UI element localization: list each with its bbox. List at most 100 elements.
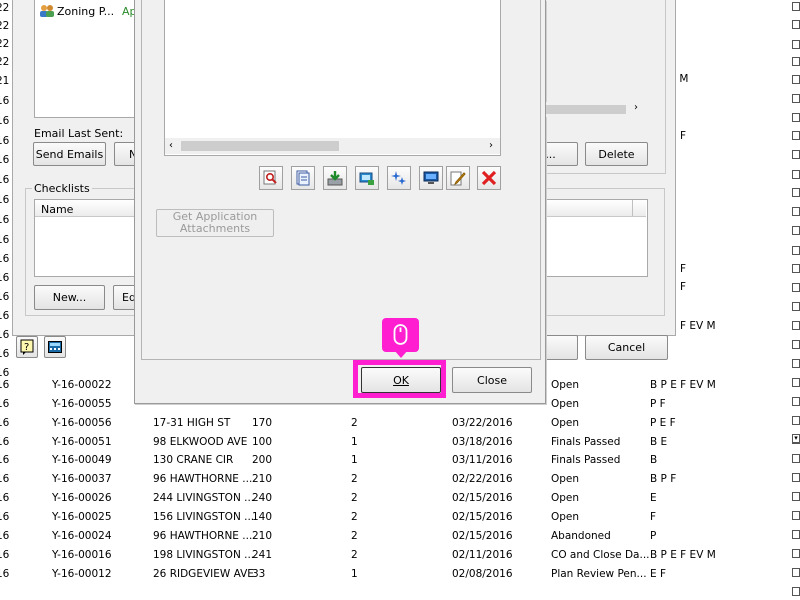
cell-codes: E F: [650, 568, 667, 580]
cell-count: 2: [351, 549, 358, 561]
row-checkbox[interactable]: [792, 170, 800, 179]
cell-count: 1: [351, 454, 358, 466]
column-header-right[interactable]: [540, 200, 646, 217]
row-checkbox[interactable]: [792, 264, 800, 273]
cell-status: Open: [551, 492, 580, 504]
cell-count: 2: [351, 511, 358, 523]
cell-status: Open: [551, 379, 580, 391]
row-checkbox[interactable]: [792, 226, 800, 235]
scan-icon[interactable]: [355, 166, 379, 190]
row-checkbox[interactable]: [792, 75, 800, 84]
recipient-list[interactable]: Zoning P... Ap: [34, 0, 144, 118]
cell-date: 02/15/2016: [452, 511, 513, 523]
row-checkbox[interactable]: [792, 150, 800, 159]
row-checkbox[interactable]: [792, 188, 800, 197]
row-checkbox[interactable]: [792, 131, 800, 140]
send-emails-button[interactable]: Send Emails: [33, 142, 106, 166]
table-row[interactable]: 16 Y-16-00016 198 LIVINGSTON ...241 2 02/11/…: [0, 545, 800, 564]
back-cancel-button[interactable]: Cancel: [585, 335, 668, 360]
row-stub: 16: [0, 174, 10, 186]
chevron-down-icon[interactable]: ▾: [792, 434, 800, 443]
sparkle-icon[interactable]: [387, 166, 411, 190]
row-checkbox[interactable]: [792, 246, 800, 255]
row-stub: 16: [0, 348, 10, 360]
row-checkbox[interactable]: [792, 302, 800, 311]
cell-unit: 210: [252, 473, 273, 485]
magnify-icon[interactable]: [259, 166, 283, 190]
scrollbar-thumb[interactable]: [181, 141, 339, 151]
get-attachments-button[interactable]: Get Application Attachments: [156, 209, 274, 237]
table-row[interactable]: 16 Y-16-00051 98 ELKWOOD AVE 100 1 03/18/2016…: [0, 432, 800, 451]
cell-addr: 198 LIVINGSTON ...: [153, 549, 255, 561]
horizontal-scrollbar[interactable]: ‹ ›: [165, 138, 500, 154]
delete-x-icon[interactable]: [477, 166, 501, 190]
cell-date: 03/11/2016: [452, 454, 513, 466]
row-checkbox[interactable]: [792, 40, 800, 49]
row-checkbox[interactable]: [792, 321, 800, 330]
cell-count: 1: [351, 568, 358, 580]
back-ok-button[interactable]: [544, 335, 578, 360]
delete-button[interactable]: Delete: [585, 142, 648, 166]
click-marker: [382, 318, 419, 352]
cell-codes: P F: [650, 398, 666, 410]
back-scroll-right-icon[interactable]: ›: [634, 102, 638, 113]
row-checkbox[interactable]: [792, 113, 800, 122]
table-row[interactable]: 16 Y-16-00012 26 RIDGEVIEW AVE33 1 02/08/201…: [0, 564, 800, 583]
row-stub: 16: [0, 329, 10, 341]
close-button[interactable]: Close: [452, 367, 532, 393]
table-row[interactable]: 16 Y-16-00037 96 HAWTHORNE ...210 2 02/22/20…: [0, 469, 800, 488]
cell-codes: B P F: [650, 473, 677, 485]
row-checkbox[interactable]: [792, 2, 800, 11]
attachments-list[interactable]: ‹ ›: [164, 0, 501, 156]
cell-date: 03/22/2016: [452, 417, 513, 429]
back-horizontal-scrollbar[interactable]: ›: [546, 102, 646, 117]
cell-status: Open: [551, 511, 580, 523]
cell-num: Y-16-00025: [52, 511, 112, 523]
edit-icon[interactable]: [446, 166, 470, 190]
cell-stub: 16: [0, 417, 10, 429]
table-row[interactable]: 16 Y-16-00049 130 CRANE CIR 200 1 03/11/2016 F…: [0, 450, 800, 469]
row-checkbox[interactable]: [792, 283, 800, 292]
cell-count: 2: [351, 530, 358, 542]
download-icon[interactable]: [323, 166, 347, 190]
table-row[interactable]: 16 Y-16-00026 244 LIVINGSTON ...240 2 02/15/…: [0, 488, 800, 507]
cell-status: Finals Passed: [551, 436, 621, 448]
cell-unit: 140: [252, 511, 273, 523]
row-stub: 22: [0, 56, 10, 68]
cell-status: CO and Close Da...: [551, 549, 650, 561]
cell-unit: 241: [252, 549, 273, 561]
calculator-icon[interactable]: [44, 336, 66, 358]
name-column-header[interactable]: Name: [35, 200, 143, 217]
table-row[interactable]: 16 Y-16-00056 17-31 HIGH ST 170 2 03/22/2016 O…: [0, 413, 800, 432]
table-row[interactable]: 16 Y-16-00024 96 HAWTHORNE ...210 2 02/15/20…: [0, 526, 800, 545]
cell-status: Open: [551, 473, 580, 485]
row-checkbox[interactable]: [792, 20, 800, 29]
cell-status: Finals Passed: [551, 454, 621, 466]
document-icon[interactable]: [291, 166, 315, 190]
cell-codes: B P E F EV M: [650, 549, 716, 561]
cell-count: 1: [351, 436, 358, 448]
new-button[interactable]: New...: [34, 285, 105, 310]
cell-count: 2: [351, 473, 358, 485]
scroll-left-icon[interactable]: ‹: [169, 140, 173, 151]
back-scrollbar-thumb[interactable]: [546, 105, 626, 114]
cell-stub: 16: [0, 379, 10, 391]
cell-codes: P E F: [650, 417, 676, 429]
table-row[interactable]: 16 Y-16-00025 156 LIVINGSTON ...140 2 02/15/…: [0, 507, 800, 526]
cell-codes: B E: [650, 436, 668, 448]
row-stub: 16: [0, 291, 10, 303]
row-checkbox[interactable]: [792, 359, 800, 368]
monitor-icon[interactable]: [419, 166, 443, 190]
row-stub: 22: [0, 38, 10, 50]
row-checkbox[interactable]: [792, 340, 800, 349]
scroll-right-icon[interactable]: ›: [489, 140, 493, 151]
row-checkbox[interactable]: [792, 57, 800, 66]
help-icon[interactable]: ?: [16, 336, 38, 358]
row-checkbox[interactable]: [792, 94, 800, 103]
row-checkbox[interactable]: [792, 587, 800, 596]
row-checkbox[interactable]: [792, 207, 800, 216]
list-item-label[interactable]: Zoning P...: [57, 5, 114, 18]
cell-stub: 16: [0, 530, 10, 542]
checklist-table-right[interactable]: [540, 199, 648, 277]
checklist-table[interactable]: Name: [34, 199, 144, 277]
